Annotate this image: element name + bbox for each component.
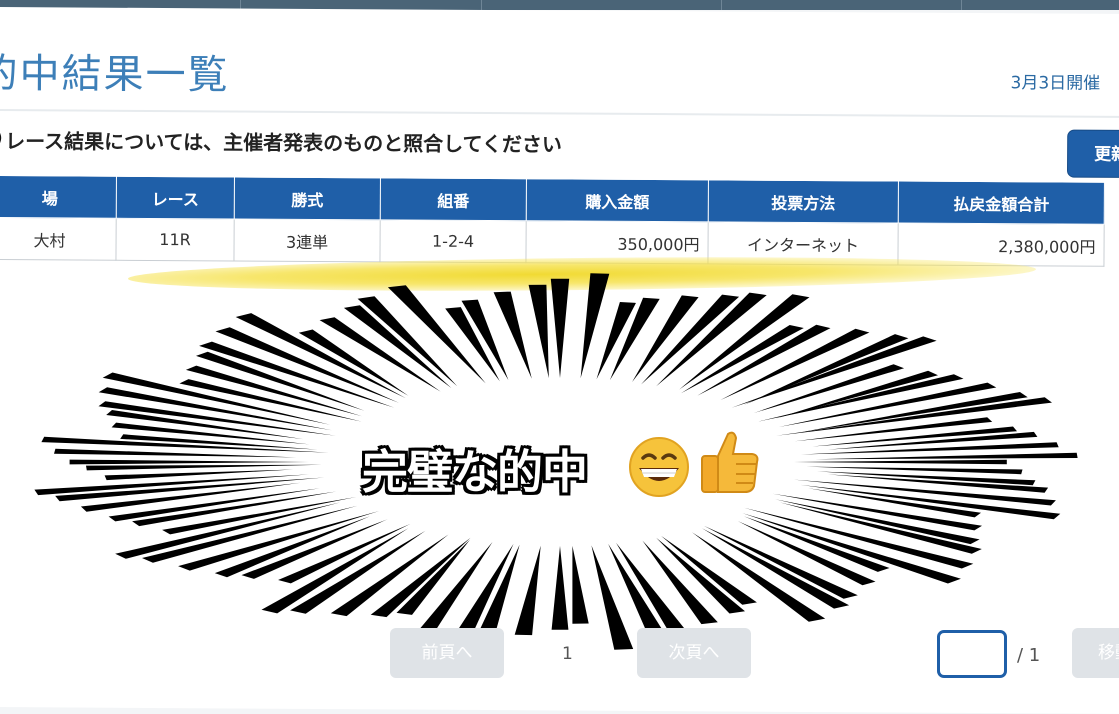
speed-line [806,466,1023,475]
speed-line [609,297,660,381]
page-total: / 1 [1017,645,1041,666]
speed-line [551,546,569,630]
current-page-number: 1 [562,644,573,664]
speed-lines-burst [34,273,1078,650]
next-page-button[interactable]: 次頁へ [637,628,751,678]
speed-line [794,459,1007,465]
speed-line [34,474,310,496]
speed-line [461,299,509,381]
speed-line [475,544,520,640]
speed-line [641,294,740,385]
speed-line [69,459,309,465]
speed-line [104,469,294,481]
thumbs-up-icon [701,431,759,493]
speed-line [514,545,541,636]
speed-line [493,291,532,379]
speed-line [572,545,589,624]
speed-line [815,452,1078,460]
speed-line [681,325,804,394]
speed-line [396,539,470,615]
grinning-face-icon [629,437,689,497]
prev-page-button[interactable]: 前頁へ [390,628,504,678]
page-number-input[interactable] [937,630,1007,678]
move-page-button[interactable]: 移動 [1072,628,1119,678]
speed-line [550,278,570,378]
overlay-caption: 完璧な的中 [362,445,588,499]
speed-line [86,464,322,471]
speed-line [528,284,549,379]
